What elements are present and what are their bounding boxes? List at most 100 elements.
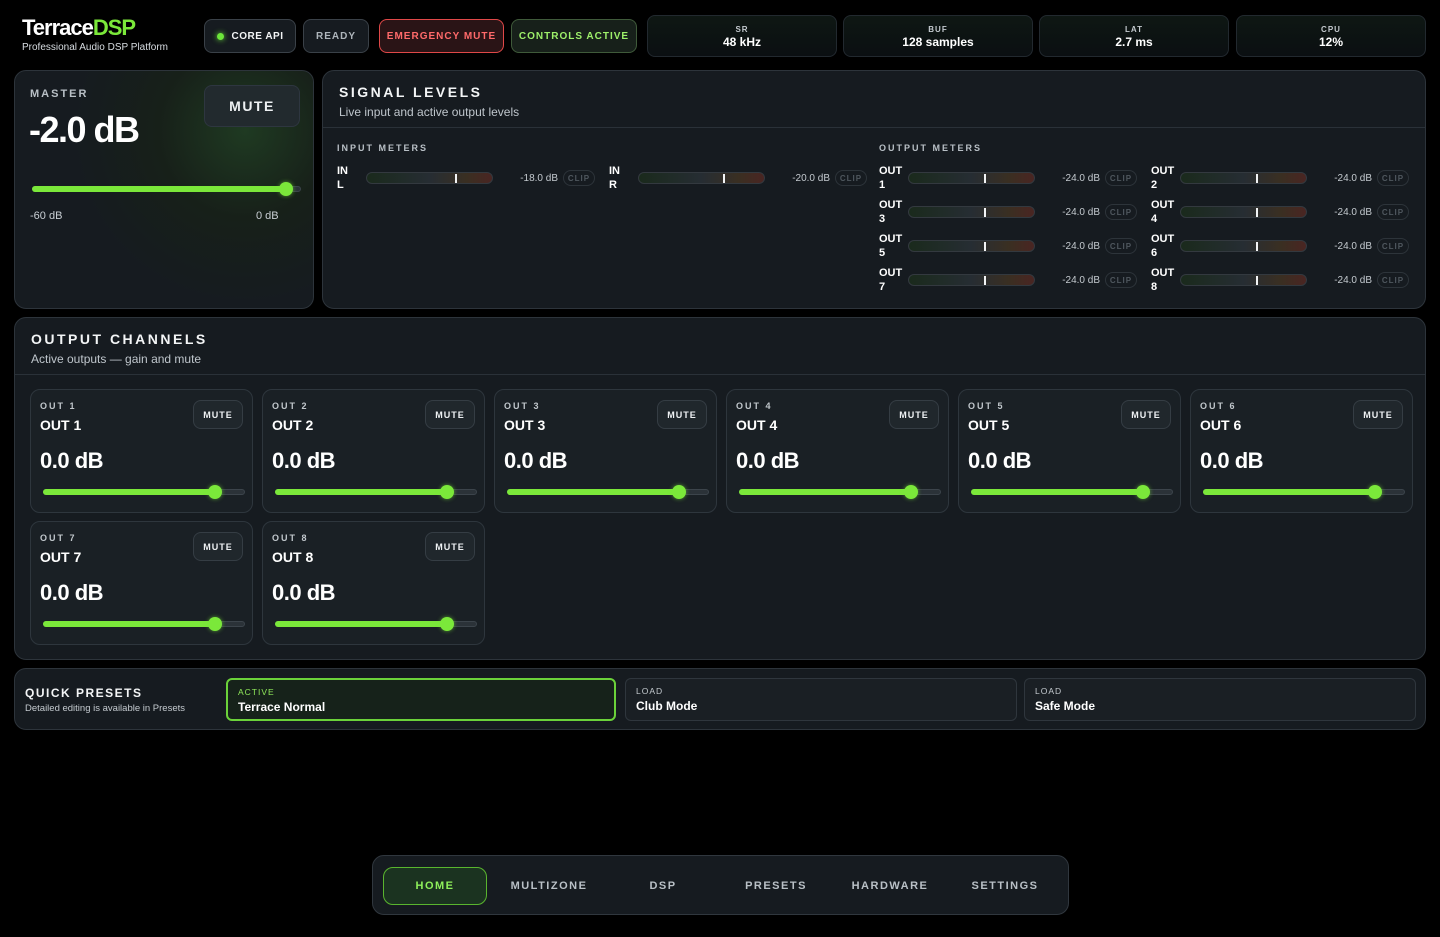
fader-thumb[interactable] <box>904 485 918 499</box>
channel-fader[interactable] <box>43 485 245 499</box>
peak-marker <box>1256 208 1258 217</box>
meter-name: OUT 1 <box>879 164 907 192</box>
controls-active-toggle[interactable]: CONTROLS ACTIVE <box>511 19 637 53</box>
meter-name-line1: IN <box>609 165 620 177</box>
channel-mute-button[interactable]: MUTE <box>425 400 475 429</box>
fader-fill <box>32 186 286 192</box>
preset-name: Club Mode <box>636 699 698 713</box>
nav-dsp[interactable]: DSP <box>611 867 715 905</box>
channel-id: OUT 1 <box>40 401 77 411</box>
stat-value: 2.7 ms <box>1115 35 1153 49</box>
channel-fader[interactable] <box>739 485 941 499</box>
preset-safe-mode[interactable]: LOAD Safe Mode <box>1024 678 1416 721</box>
clip-indicator[interactable]: CLIP <box>1377 170 1409 186</box>
fader-thumb[interactable] <box>440 617 454 631</box>
preset-terrace-normal[interactable]: ACTIVE Terrace Normal <box>226 678 616 721</box>
clip-indicator[interactable]: CLIP <box>835 170 867 186</box>
output-channel-card: OUT 5 OUT 5 0.0 dB MUTE <box>958 389 1181 513</box>
clip-indicator[interactable]: CLIP <box>1377 238 1409 254</box>
meter-name-line2: 5 <box>879 247 886 259</box>
level-meter-bar <box>908 206 1035 218</box>
preset-state: LOAD <box>636 686 664 696</box>
clip-indicator[interactable]: CLIP <box>1377 204 1409 220</box>
channel-fader[interactable] <box>971 485 1173 499</box>
fader-fill <box>739 489 911 495</box>
output-channels-panel: OUTPUT CHANNELS Active outputs — gain an… <box>14 317 1426 660</box>
channel-mute-button[interactable]: MUTE <box>193 532 243 561</box>
output-meter: OUT 2 -24.0 dB CLIP <box>1151 164 1411 192</box>
output-meter: OUT 7 -24.0 dB CLIP <box>879 266 1139 294</box>
fader-thumb[interactable] <box>1368 485 1382 499</box>
signal-levels-subtitle: Live input and active output levels <box>339 105 520 119</box>
brand-title-main: Terrace <box>22 15 94 40</box>
level-meter-bar <box>1180 274 1307 286</box>
channel-gain-value: 0.0 dB <box>40 448 104 473</box>
fader-thumb[interactable] <box>208 617 222 631</box>
channel-id: OUT 5 <box>968 401 1005 411</box>
channel-fader[interactable] <box>1203 485 1405 499</box>
channel-fader[interactable] <box>275 485 477 499</box>
peak-marker <box>1256 174 1258 183</box>
signal-levels-title: SIGNAL LEVELS <box>339 84 483 100</box>
meter-name-line1: OUT <box>1151 267 1175 279</box>
channel-mute-button[interactable]: MUTE <box>657 400 707 429</box>
master-mute-button[interactable]: MUTE <box>204 85 300 127</box>
output-channels-subtitle: Active outputs — gain and mute <box>31 352 202 366</box>
stat-value: 48 kHz <box>722 35 762 49</box>
peak-marker <box>1256 276 1258 285</box>
master-fader[interactable] <box>32 182 301 196</box>
master-gain-value: -2.0 dB <box>29 109 140 150</box>
channel-mute-button[interactable]: MUTE <box>193 400 243 429</box>
channel-name: OUT 8 <box>272 549 314 565</box>
channel-fader[interactable] <box>275 617 477 631</box>
clip-indicator[interactable]: CLIP <box>1105 204 1137 220</box>
channel-mute-button[interactable]: MUTE <box>889 400 939 429</box>
brand-subtitle: Professional Audio DSP Platform <box>22 42 169 53</box>
fader-thumb[interactable] <box>1136 485 1150 499</box>
channel-fader[interactable] <box>43 617 245 631</box>
fader-thumb[interactable] <box>672 485 686 499</box>
stat-value: 128 samples <box>902 35 974 49</box>
quick-presets-subtitle: Detailed editing is available in Presets <box>25 703 186 714</box>
stat-label: CPU <box>1321 25 1341 34</box>
brand: TerraceDSP Professional Audio DSP Platfo… <box>22 15 169 54</box>
clip-indicator[interactable]: CLIP <box>1105 238 1137 254</box>
channel-mute-button[interactable]: MUTE <box>1121 400 1171 429</box>
meter-name-line2: 4 <box>1151 213 1158 225</box>
meter-level-value: -18.0 dB <box>520 173 558 184</box>
fader-thumb[interactable] <box>208 485 222 499</box>
quick-presets-panel: QUICK PRESETS Detailed editing is availa… <box>14 668 1426 730</box>
clip-indicator[interactable]: CLIP <box>1377 272 1409 288</box>
core-api-label: CORE API <box>231 30 284 42</box>
output-channel-card: OUT 3 OUT 3 0.0 dB MUTE <box>494 389 717 513</box>
channel-mute-button[interactable]: MUTE <box>1353 400 1403 429</box>
clip-indicator[interactable]: CLIP <box>563 170 595 186</box>
channel-fader[interactable] <box>507 485 709 499</box>
meter-level-value: -24.0 dB <box>1334 275 1372 286</box>
preset-club-mode[interactable]: LOAD Club Mode <box>625 678 1017 721</box>
meter-name-line2: R <box>609 179 617 191</box>
nav-presets[interactable]: PRESETS <box>724 867 828 905</box>
channel-mute-button[interactable]: MUTE <box>425 532 475 561</box>
master-min-label: -60 dB <box>30 210 63 222</box>
fader-thumb[interactable] <box>279 182 293 196</box>
meter-name-line2: 1 <box>879 179 886 191</box>
nav-hardware[interactable]: HARDWARE <box>838 867 942 905</box>
stat-label: SR <box>735 25 749 34</box>
channel-name: OUT 6 <box>1200 417 1242 433</box>
divider <box>15 374 1425 375</box>
nav-home[interactable]: HOME <box>383 867 487 905</box>
preset-name: Safe Mode <box>1035 699 1096 713</box>
meter-name-line1: OUT <box>879 267 903 279</box>
nav-multizone[interactable]: MULTIZONE <box>497 867 601 905</box>
meter-name-line2: 7 <box>879 281 886 293</box>
meter-name: OUT 2 <box>1151 164 1179 192</box>
emergency-mute-button[interactable]: EMERGENCY MUTE <box>379 19 504 53</box>
clip-indicator[interactable]: CLIP <box>1105 272 1137 288</box>
peak-marker <box>455 174 457 183</box>
fader-thumb[interactable] <box>440 485 454 499</box>
nav-settings[interactable]: SETTINGS <box>953 867 1057 905</box>
quick-presets-title: QUICK PRESETS <box>25 686 143 700</box>
clip-indicator[interactable]: CLIP <box>1105 170 1137 186</box>
meter-name: IN R <box>609 164 637 192</box>
